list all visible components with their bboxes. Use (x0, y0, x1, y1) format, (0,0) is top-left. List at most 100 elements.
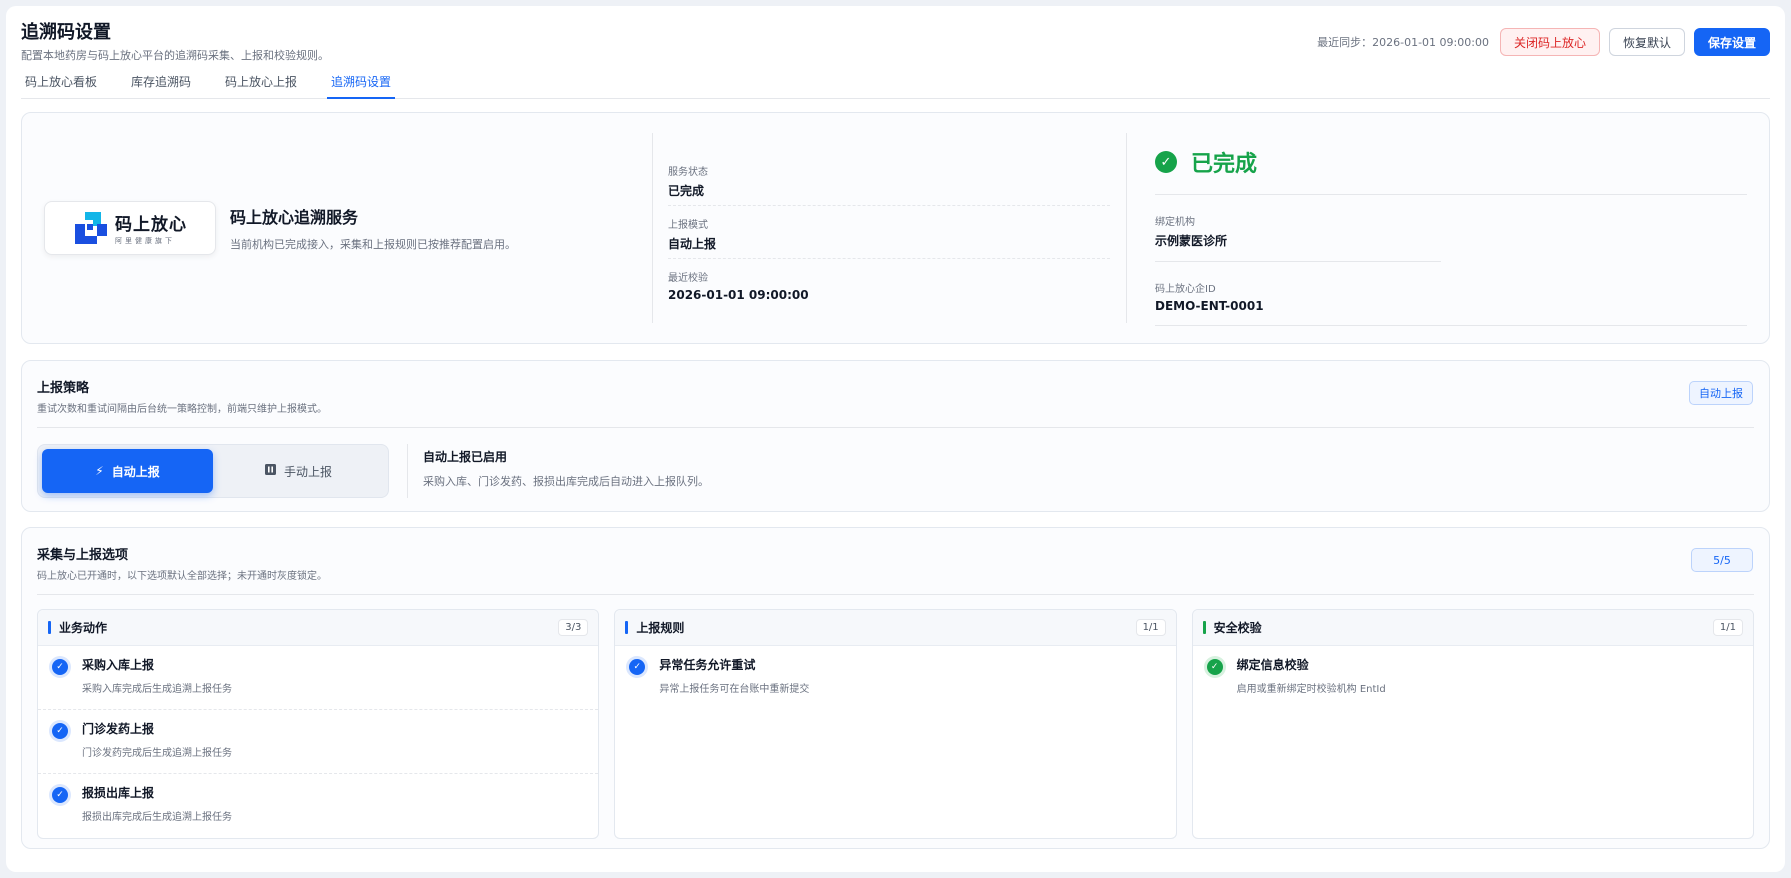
service-card: 码上放心 阿里健康旗下 码上放心追溯服务 当前机构已完成接入，采集和上报规则已按… (21, 112, 1770, 344)
service-status-field: 服务状态 已完成 (668, 163, 1110, 206)
option-group-title: 业务动作 (48, 619, 107, 636)
auto-report-label: 自动上报 (111, 464, 160, 479)
option-group-header: 上报规则 1/1 (615, 610, 1176, 646)
manual-report-option[interactable]: 手动上报 (213, 449, 384, 493)
title-block: 追溯码设置 配置本地药房与码上放心平台的追溯码采集、上报和校验规则。 (21, 22, 329, 63)
checkbox-checked-icon[interactable]: ✓ (52, 787, 68, 803)
strategy-desc-text: 采购入库、门诊发药、报损出库完成后自动进入上报队列。 (423, 475, 709, 488)
page-header: 追溯码设置 配置本地药房与码上放心平台的追溯码采集、上报和校验规则。 最近同步：… (21, 22, 1770, 70)
option-title: 绑定信息校验 (1236, 658, 1309, 672)
option-text: 门诊发药上报 门诊发药完成后生成追溯上报任务 (82, 720, 232, 773)
checkbox-checked-icon[interactable]: ✓ (1206, 659, 1223, 675)
lightning-icon: ⚡ (95, 464, 104, 478)
option-group-count: 1/1 (1135, 619, 1166, 636)
option-group-header: 安全校验 1/1 (1192, 610, 1753, 646)
manual-report-label: 手动上报 (283, 464, 332, 479)
enterprise-id-label: 码上放心企ID (1155, 284, 1216, 295)
option-item[interactable]: ✓ 异常任务允许重试 异常上报任务可在台账中重新提交 (615, 646, 1175, 710)
tab-inventory-codes[interactable]: 库存追溯码 (127, 72, 195, 99)
tab-report[interactable]: 码上放心上报 (221, 72, 301, 99)
service-desc: 当前机构已完成接入，采集和上报规则已按推荐配置启用。 (230, 238, 516, 251)
option-group-header: 业务动作 3/3 (38, 610, 599, 646)
report-strategy-card: 上报策略 重试次数和重试间隔由后台统一策略控制，前端只维护上报模式。 自动上报 … (21, 360, 1770, 512)
strategy-title: 上报策略 (37, 381, 90, 396)
binding-details: ✓ 已完成 绑定机构 示例蒙医诊所 码上放心企ID DEMO-ENT-0001 (1126, 133, 1769, 326)
tab-code-settings[interactable]: 追溯码设置 (327, 72, 396, 99)
tab-dashboard[interactable]: 码上放心看板 (21, 72, 101, 99)
option-item[interactable]: ✓ 绑定信息校验 启用或重新绑定时校验机构 EntId (1193, 646, 1753, 710)
report-mode-label: 上报模式 (668, 220, 708, 231)
option-title: 门诊发药上报 (82, 722, 155, 736)
strategy-subtitle: 重试次数和重试间隔由后台统一策略控制，前端只维护上报模式。 (37, 404, 327, 415)
bound-org-label: 绑定机构 (1155, 217, 1195, 228)
auto-report-option[interactable]: ⚡ 自动上报 (42, 449, 213, 493)
option-desc: 门诊发药完成后生成追溯上报任务 (82, 748, 232, 759)
option-text: 报损出库上报 报损出库完成后生成追溯上报任务 (82, 784, 232, 838)
logo-text: 码上放心 (115, 215, 187, 235)
divider (37, 427, 1754, 428)
enterprise-id-field: 码上放心企ID DEMO-ENT-0001 (1155, 262, 1747, 326)
last-sync-text: 最近同步：2026-01-01 09:00:00 (1317, 36, 1489, 49)
reset-default-button[interactable]: 恢复默认 (1608, 28, 1685, 56)
option-group-count: 1/1 (1712, 619, 1743, 636)
option-group-label: 业务动作 (59, 621, 108, 635)
option-title: 报损出库上报 (82, 786, 155, 800)
save-settings-button[interactable]: 保存设置 (1693, 28, 1770, 56)
logo-wordmark: 码上放心 阿里健康旗下 (115, 210, 187, 246)
strategy-mode-badge: 自动上报 (1689, 381, 1753, 405)
option-group-title: 上报规则 (625, 619, 684, 636)
enterprise-id-value: DEMO-ENT-0001 (1155, 299, 1264, 313)
service-name: 码上放心追溯服务 (230, 208, 359, 227)
check-circle-icon: ✓ (1155, 151, 1177, 173)
last-check-label: 最近校验 (668, 273, 708, 284)
option-group-report-rules: 上报规则 1/1 ✓ 异常任务允许重试 异常上报任务可在台账中重新提交 (614, 609, 1177, 839)
last-check-field: 最近校验 2026-01-01 09:00:00 (668, 269, 1110, 308)
option-item[interactable]: ✓ 门诊发药上报 门诊发药完成后生成追溯上报任务 (38, 710, 599, 774)
completion-status-text: 已完成 (1191, 152, 1258, 177)
option-group-title: 安全校验 (1202, 619, 1262, 636)
report-mode-field: 上报模式 自动上报 (668, 216, 1110, 259)
checkbox-checked-icon[interactable]: ✓ (52, 659, 68, 675)
option-desc: 报损出库完成后生成追溯上报任务 (82, 812, 232, 823)
option-title: 采购入库上报 (82, 658, 155, 672)
checkbox-checked-icon[interactable]: ✓ (52, 723, 68, 739)
bound-org-field: 绑定机构 示例蒙医诊所 (1155, 195, 1441, 262)
option-columns: 业务动作 3/3 ✓ 采购入库上报 采购入库完成后生成追溯上报任务 ✓ 门诊发药… (37, 609, 1754, 839)
close-service-button[interactable]: 关闭码上放心 (1499, 28, 1600, 56)
report-mode-value: 自动上报 (668, 237, 717, 251)
service-info: 码上放心追溯服务 当前机构已完成接入，采集和上报规则已按推荐配置启用。 (230, 204, 516, 252)
group-accent-bar (1202, 621, 1206, 634)
option-desc: 异常上报任务可在台账中重新提交 (659, 684, 810, 695)
collect-report-options-card: 采集与上报选项 码上放心已开通时，以下选项默认全部选择；未开通时灰度锁定。 5/… (21, 527, 1770, 849)
divider (37, 594, 1754, 595)
logo-tagline: 阿里健康旗下 (115, 237, 175, 245)
option-title: 异常任务允许重试 (659, 658, 756, 672)
option-group-count: 3/3 (558, 619, 589, 636)
option-desc: 启用或重新绑定时校验机构 EntId (1236, 684, 1386, 695)
option-desc: 采购入库完成后生成追溯上报任务 (82, 684, 232, 695)
strategy-body: ⚡ 自动上报 手动上报 自动上报已启用 采购入库、门诊发药、报损出库完成后自动进… (37, 444, 1754, 498)
checkbox-checked-icon[interactable]: ✓ (629, 659, 646, 675)
last-check-value: 2026-01-01 09:00:00 (668, 288, 809, 302)
tab-bar: 码上放心看板 库存追溯码 码上放心上报 追溯码设置 (21, 72, 1770, 99)
bound-org-value: 示例蒙医诊所 (1155, 234, 1228, 248)
service-details: 服务状态 已完成 上报模式 自动上报 最近校验 2026-01-01 09:00… (652, 133, 1126, 323)
option-group-label: 安全校验 (1213, 621, 1262, 635)
option-group-business: 业务动作 3/3 ✓ 采购入库上报 采购入库完成后生成追溯上报任务 ✓ 门诊发药… (37, 609, 600, 839)
pause-icon (264, 464, 276, 478)
report-mode-toggle: ⚡ 自动上报 手动上报 (37, 444, 389, 498)
option-item[interactable]: ✓ 报损出库上报 报损出库完成后生成追溯上报任务 (38, 774, 598, 838)
group-accent-bar (625, 621, 629, 634)
group-accent-bar (48, 621, 51, 634)
settings-page: 追溯码设置 配置本地药房与码上放心平台的追溯码采集、上报和校验规则。 最近同步：… (6, 6, 1785, 872)
option-item[interactable]: ✓ 采购入库上报 采购入库完成后生成追溯上报任务 (38, 646, 599, 710)
service-overview: 码上放心 阿里健康旗下 码上放心追溯服务 当前机构已完成接入，采集和上报规则已按… (22, 113, 652, 343)
option-group-label: 上报规则 (636, 621, 685, 635)
options-count-badge: 5/5 (1691, 548, 1753, 572)
option-text: 绑定信息校验 启用或重新绑定时校验机构 EntId (1237, 656, 1386, 710)
options-subtitle: 码上放心已开通时，以下选项默认全部选择；未开通时灰度锁定。 (37, 571, 327, 582)
page-subtitle: 配置本地药房与码上放心平台的追溯码采集、上报和校验规则。 (21, 49, 329, 62)
service-status-value: 已完成 (668, 184, 705, 198)
completion-status: ✓ 已完成 (1155, 146, 1747, 195)
option-group-security: 安全校验 1/1 ✓ 绑定信息校验 启用或重新绑定时校验机构 EntId (1191, 609, 1754, 839)
